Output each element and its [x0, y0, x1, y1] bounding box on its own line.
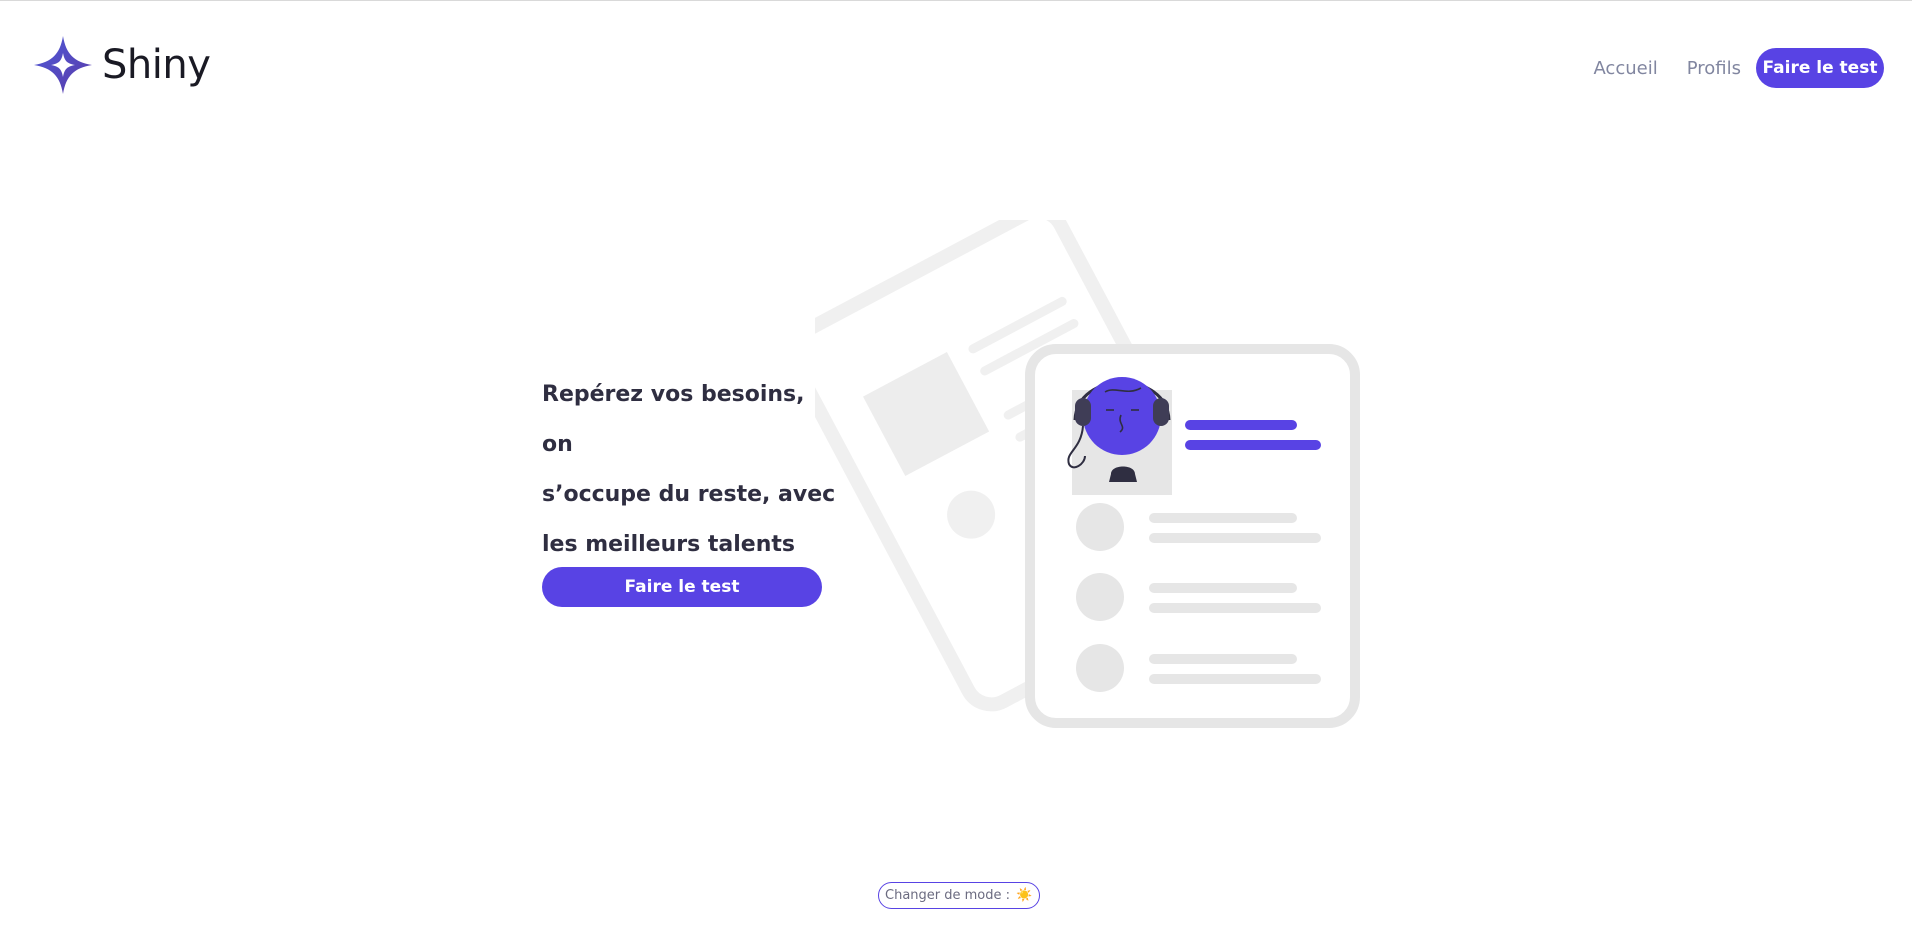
logo[interactable]: Shiny: [32, 34, 211, 96]
sparkle-logo-icon: [34, 36, 92, 94]
profile-card: [1025, 344, 1360, 728]
hero-title-line: s’occupe du reste, avec: [542, 482, 836, 507]
main-nav: Accueil Profils Faire le test: [1593, 48, 1884, 88]
hero-test-button[interactable]: Faire le test: [542, 567, 822, 607]
theme-toggle-label: Changer de mode :: [885, 888, 1011, 903]
hero-title-line: Repérez vos besoins, on: [542, 382, 805, 457]
profile-card-illustration: [815, 220, 1360, 728]
sun-icon: ☀️: [1016, 888, 1033, 903]
logo-text: Shiny: [102, 42, 211, 88]
nav-link-profils[interactable]: Profils: [1687, 58, 1741, 79]
hero-title: Repérez vos besoins, on s’occupe du rest…: [542, 370, 842, 570]
nav-link-accueil[interactable]: Accueil: [1593, 58, 1657, 79]
hero-title-line: les meilleurs talents: [542, 532, 795, 557]
top-border: [0, 0, 1912, 1]
theme-toggle-button[interactable]: Changer de mode : ☀️: [878, 882, 1041, 909]
header-test-button[interactable]: Faire le test: [1756, 48, 1884, 88]
